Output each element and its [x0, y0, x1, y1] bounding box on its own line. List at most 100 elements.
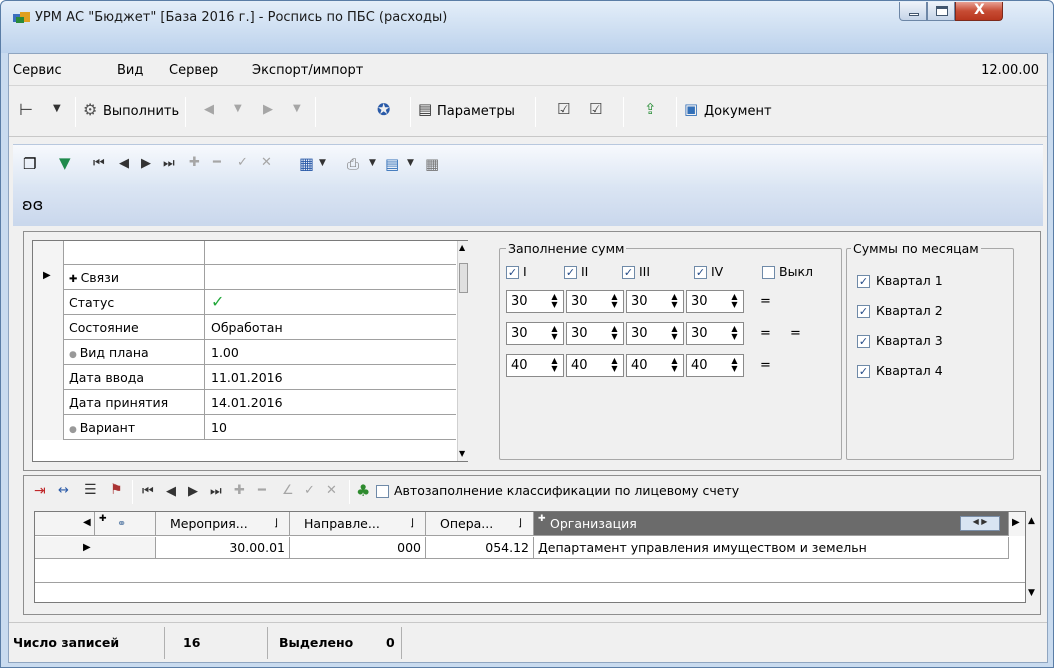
- property-value[interactable]: 11.01.2016: [211, 370, 283, 385]
- exit-icon[interactable]: ⇥: [34, 483, 46, 499]
- add-icon[interactable]: ✚: [234, 483, 245, 498]
- delete-icon[interactable]: ━: [258, 483, 266, 498]
- scroll-left-icon[interactable]: ◀: [83, 517, 91, 528]
- delete-icon[interactable]: ━: [213, 155, 221, 170]
- sum-spinner[interactable]: 30 ▲ ▼: [566, 290, 624, 313]
- maximize-button[interactable]: [927, 2, 955, 21]
- tree-icon[interactable]: ⊢: [19, 100, 33, 119]
- menu-service[interactable]: Сервис: [13, 63, 62, 78]
- spinner-arrows-icon[interactable]: ▲ ▼: [727, 357, 742, 374]
- link-icon[interactable]: ↔: [58, 483, 69, 498]
- last-record-icon[interactable]: ⏭: [210, 484, 222, 499]
- sum-spinner[interactable]: 30 ▲ ▼: [506, 322, 564, 345]
- close-button[interactable]: X: [955, 2, 1003, 21]
- quarter-4-monthly-checkbox[interactable]: ✓: [857, 365, 870, 378]
- prev-record-icon[interactable]: ◀: [119, 156, 129, 171]
- vertical-scrollbar[interactable]: ▲ ▼: [457, 241, 468, 461]
- back-icon[interactable]: ◀: [204, 102, 214, 117]
- grid-header-icon[interactable]: ✚ ⚭: [95, 512, 156, 536]
- grid-cell[interactable]: 000: [290, 537, 426, 559]
- sum-spinner[interactable]: 30 ▲ ▼: [626, 290, 684, 313]
- property-row[interactable]: Дата ввода 11.01.2016: [33, 365, 456, 390]
- property-row[interactable]: ● Вид плана 1.00: [33, 340, 456, 365]
- sum-spinner[interactable]: 30 ▲ ▼: [686, 290, 744, 313]
- sum-spinner[interactable]: 30 ▲ ▼: [626, 322, 684, 345]
- grid-header-direction[interactable]: Направле... ⌋: [290, 512, 426, 536]
- scroll-down-icon[interactable]: ▼: [459, 449, 465, 458]
- menu-export-import[interactable]: Экспорт/импорт: [252, 63, 363, 78]
- execute-button[interactable]: Выполнить: [103, 104, 179, 119]
- check-doc-icon[interactable]: ☑: [557, 100, 570, 118]
- property-value[interactable]: 10: [211, 420, 227, 435]
- cancel-icon[interactable]: ✕: [326, 483, 337, 498]
- quarter-2-monthly-checkbox[interactable]: ✓: [857, 305, 870, 318]
- forward-icon[interactable]: ▶: [263, 102, 273, 117]
- spinner-arrows-icon[interactable]: ▲ ▼: [727, 325, 742, 342]
- spinner-arrows-icon[interactable]: ▲ ▼: [547, 293, 562, 310]
- property-row[interactable]: Статус ✓: [33, 290, 456, 315]
- spinner-arrows-icon[interactable]: ▲ ▼: [547, 357, 562, 374]
- grid-header-event[interactable]: Мероприя... ⌋: [156, 512, 290, 536]
- property-value[interactable]: Обработан: [211, 320, 283, 335]
- quarter-3-checkbox[interactable]: ✓: [622, 266, 635, 279]
- scroll-up-icon[interactable]: ▲: [1028, 516, 1035, 526]
- scroll-right-icon[interactable]: ▶: [1012, 517, 1020, 528]
- first-record-icon[interactable]: ⏮: [93, 156, 105, 171]
- confirm-icon[interactable]: ✓: [237, 155, 248, 170]
- spinner-arrows-icon[interactable]: ▲ ▼: [547, 325, 562, 342]
- tree-structure-icon[interactable]: ♣: [356, 481, 370, 500]
- chevron-down-icon[interactable]: ▼: [234, 103, 242, 114]
- prev-record-icon[interactable]: ◀: [166, 484, 176, 499]
- report-icon[interactable]: ▤: [385, 155, 399, 173]
- last-record-icon[interactable]: ⏭: [163, 156, 175, 171]
- grid-cell[interactable]: Департамент управления имуществом и земе…: [534, 537, 1009, 559]
- cancel-icon[interactable]: ✕: [261, 155, 272, 170]
- scroll-up-icon[interactable]: ▲: [459, 243, 465, 252]
- spinner-arrows-icon[interactable]: ▲ ▼: [607, 293, 622, 310]
- copy-icon[interactable]: ❐: [23, 155, 36, 173]
- parameters-button[interactable]: Параметры: [437, 104, 515, 119]
- chevron-down-icon[interactable]: ▼: [407, 158, 414, 168]
- grid-header-operation[interactable]: Опера... ⌋: [426, 512, 534, 536]
- filter-icon[interactable]: ⚑: [110, 482, 123, 498]
- chevron-down-icon[interactable]: ▼: [53, 103, 61, 114]
- print-icon[interactable]: ⎙: [347, 155, 359, 173]
- spinner-arrows-icon[interactable]: ▲ ▼: [607, 325, 622, 342]
- glasses-icon[interactable]: ʚɞ: [22, 195, 43, 214]
- list-icon[interactable]: ☰: [84, 482, 97, 498]
- quarter-1-checkbox[interactable]: ✓: [506, 266, 519, 279]
- spinner-arrows-icon[interactable]: ▲ ▼: [667, 293, 682, 310]
- quarter-2-checkbox[interactable]: ✓: [564, 266, 577, 279]
- column-scroll-icon[interactable]: ◀ ▶: [960, 516, 1000, 531]
- grid-cell[interactable]: 30.00.01: [156, 537, 290, 559]
- property-value[interactable]: 14.01.2016: [211, 395, 283, 410]
- export-icon[interactable]: ⇪: [644, 100, 657, 118]
- property-row[interactable]: Дата принятия 14.01.2016: [33, 390, 456, 415]
- chevron-down-icon[interactable]: ▼: [319, 158, 326, 168]
- checkbox-icon[interactable]: ☑: [589, 100, 602, 118]
- sum-spinner[interactable]: 40 ▲ ▼: [626, 354, 684, 377]
- document-button[interactable]: Документ: [704, 104, 772, 119]
- spinner-arrows-icon[interactable]: ▲ ▼: [727, 293, 742, 310]
- sum-spinner[interactable]: 40 ▲ ▼: [566, 354, 624, 377]
- calculator-icon[interactable]: ▦: [425, 155, 439, 173]
- quarter-3-monthly-checkbox[interactable]: ✓: [857, 335, 870, 348]
- sum-spinner[interactable]: 30 ▲ ▼: [686, 322, 744, 345]
- scroll-down-icon[interactable]: ▼: [1028, 588, 1035, 598]
- chevron-down-icon[interactable]: ▼: [369, 158, 376, 168]
- off-checkbox[interactable]: [762, 266, 775, 279]
- chevron-down-icon[interactable]: ▼: [293, 103, 301, 114]
- edit-icon[interactable]: ∠: [282, 483, 294, 498]
- sum-spinner[interactable]: 30 ▲ ▼: [566, 322, 624, 345]
- first-record-icon[interactable]: ⏮: [142, 484, 154, 499]
- next-record-icon[interactable]: ▶: [141, 156, 151, 171]
- grid-scroll-right[interactable]: ▶: [1009, 512, 1025, 536]
- gem-icon[interactable]: ▼: [59, 154, 71, 172]
- grid-header-organization[interactable]: ✚ Организация ◀ ▶: [534, 512, 1009, 536]
- title-bar[interactable]: УРМ АС "Бюджет" [База 2016 г.] - Роспись…: [1, 1, 1053, 53]
- quarter-4-checkbox[interactable]: ✓: [694, 266, 707, 279]
- spinner-arrows-icon[interactable]: ▲ ▼: [667, 325, 682, 342]
- sum-spinner[interactable]: 40 ▲ ▼: [686, 354, 744, 377]
- add-icon[interactable]: ✚: [189, 155, 200, 170]
- menu-server[interactable]: Сервер: [169, 63, 218, 78]
